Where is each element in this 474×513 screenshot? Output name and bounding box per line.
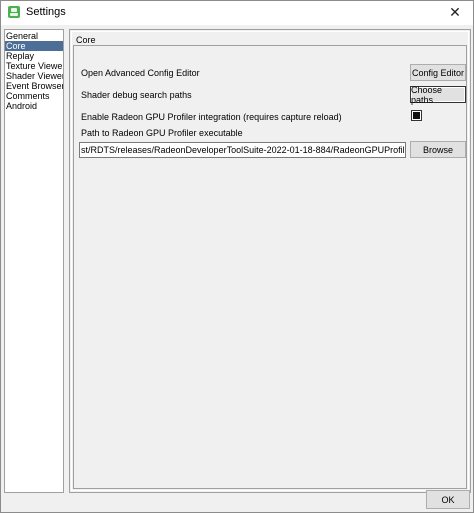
choose-paths-button[interactable]: Choose paths bbox=[410, 85, 466, 105]
sidebar-item-replay[interactable]: Replay bbox=[5, 51, 63, 61]
renderdoc-icon bbox=[8, 6, 20, 18]
checkbox-check-mark bbox=[413, 112, 420, 119]
dialog-body: General Core Replay Texture Viewer Shade… bbox=[1, 25, 473, 512]
sidebar-item-event-browser[interactable]: Event Browser bbox=[5, 81, 63, 91]
title-bar[interactable]: Settings ✕ bbox=[1, 1, 473, 25]
close-icon[interactable]: ✕ bbox=[437, 1, 473, 25]
sidebar-item-core[interactable]: Core bbox=[5, 41, 63, 51]
rgp-integration-checkbox[interactable] bbox=[411, 110, 422, 121]
sidebar-item-android[interactable]: Android bbox=[5, 101, 63, 111]
rgp-integration-label: Enable Radeon GPU Profiler integration (… bbox=[81, 112, 342, 122]
group-title: Core bbox=[76, 35, 96, 45]
settings-window: Settings ✕ General Core Replay Texture V… bbox=[0, 0, 474, 513]
core-group-box: Open Advanced Config Editor Config Edito… bbox=[73, 45, 467, 489]
config-editor-button[interactable]: Config Editor bbox=[410, 64, 466, 81]
browse-button[interactable]: Browse bbox=[410, 141, 466, 158]
core-settings-panel: Core Open Advanced Config Editor Config … bbox=[69, 29, 471, 493]
rgp-path-label: Path to Radeon GPU Profiler executable bbox=[81, 128, 243, 138]
sidebar-item-comments[interactable]: Comments bbox=[5, 91, 63, 101]
window-title: Settings bbox=[26, 6, 66, 18]
shader-paths-label: Shader debug search paths bbox=[81, 90, 192, 100]
ok-button[interactable]: OK bbox=[426, 490, 470, 509]
rgp-path-input[interactable]: st/RDTS/releases/RadeonDeveloperToolSuit… bbox=[79, 142, 406, 158]
sidebar-item-texture-viewer[interactable]: Texture Viewer bbox=[5, 61, 63, 71]
advanced-config-label: Open Advanced Config Editor bbox=[81, 68, 200, 78]
sidebar-item-general[interactable]: General bbox=[5, 31, 63, 41]
settings-sidebar: General Core Replay Texture Viewer Shade… bbox=[4, 29, 64, 493]
sidebar-item-shader-viewer[interactable]: Shader Viewer bbox=[5, 71, 63, 81]
